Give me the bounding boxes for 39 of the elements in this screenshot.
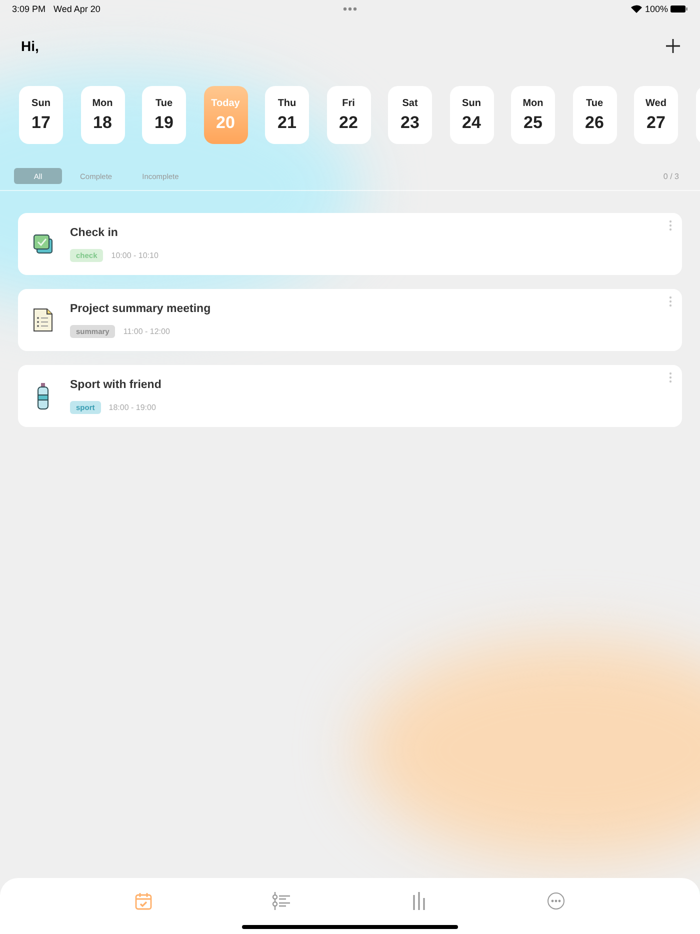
day-card[interactable]: Sat 23 [388,86,432,144]
more-icon [547,892,565,910]
battery-level: 100% [644,4,668,14]
tab-button[interactable] [135,892,152,910]
day-card[interactable]: Thu 21 [265,86,309,144]
multitask-dots-icon [343,7,357,11]
day-card[interactable]: Fri 22 [326,86,370,144]
tab-button[interactable] [411,892,427,910]
add-button[interactable] [666,39,680,53]
more-options-icon[interactable] [669,372,672,383]
bar-chart-icon [411,892,427,910]
task-title: Check in [70,226,119,238]
day-card[interactable]: Sun 17 [19,86,63,144]
greeting: Hi, [21,38,39,54]
status-time: 3:09 PM [12,4,46,14]
bottle-icon [36,382,50,410]
more-options-icon[interactable] [669,220,672,231]
document-icon [32,307,54,333]
wifi-icon [630,5,642,13]
task-time: 10:00 - 10:10 [111,250,158,260]
day-card[interactable]: Mon 18 [80,86,124,144]
progress-count: 0 / 3 [663,172,679,180]
day-card[interactable]: Tue 26 [572,86,616,144]
day-card[interactable]: Mon 25 [511,86,555,144]
tab-button[interactable] [272,892,291,910]
task-time: 11:00 - 12:00 [123,326,170,336]
day-card[interactable]: Wed 27 [634,86,678,144]
more-options-icon[interactable] [669,296,672,307]
battery-icon [670,5,688,13]
list-icon [272,892,291,910]
status-date: Wed Apr 20 [54,4,100,14]
checkbox-icon [32,233,54,255]
tab-button[interactable] [547,892,565,910]
task-time: 18:00 - 19:00 [108,402,156,412]
day-card[interactable]: Sun 24 [450,86,494,144]
calendar-icon [135,892,152,910]
day-card[interactable]: Tue 19 [142,86,186,144]
task-title: Project summary meeting [70,302,211,314]
task-title: Sport with friend [70,378,162,390]
